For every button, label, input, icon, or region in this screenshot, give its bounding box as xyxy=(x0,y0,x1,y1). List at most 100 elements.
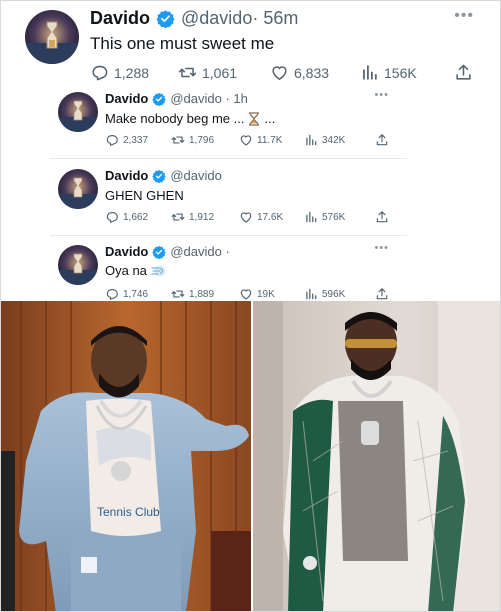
tweet-actions: 1,662 1,912 17.6K 576K xyxy=(105,210,395,226)
handle[interactable]: @davido xyxy=(170,168,222,183)
view-count: 596K xyxy=(322,288,346,300)
retweet-button[interactable]: 1,889 xyxy=(171,287,214,301)
share-button[interactable] xyxy=(454,63,478,82)
reply-button[interactable]: 2,337 xyxy=(105,133,148,147)
views-button[interactable]: 156K xyxy=(360,63,417,82)
share-icon xyxy=(376,288,388,300)
tweet-actions: 2,337 1,796 11.7K 342K xyxy=(105,133,395,149)
hourglass-icon xyxy=(249,111,260,126)
reply-icon xyxy=(106,289,118,300)
verified-badge-icon xyxy=(152,169,167,183)
display-name[interactable]: Davido xyxy=(105,244,148,259)
retweet-icon xyxy=(171,213,185,221)
like-button[interactable]: 17.6K xyxy=(239,210,283,224)
handle[interactable]: @davido · 1h xyxy=(170,91,248,106)
tweet-text-main: GHEN GHEN xyxy=(105,188,184,203)
verified-badge-icon xyxy=(152,245,167,259)
views-button[interactable]: 596K xyxy=(304,287,345,301)
reply-count: 1,662 xyxy=(123,211,149,223)
like-button[interactable]: 11.7K xyxy=(239,133,282,147)
avatar[interactable] xyxy=(58,92,98,132)
view-count: 576K xyxy=(322,211,346,223)
like-count: 6,833 xyxy=(294,64,330,81)
handle[interactable]: @davido · xyxy=(170,244,229,259)
retweet-count: 1,912 xyxy=(189,211,215,223)
dash-icon xyxy=(151,265,166,276)
reply-count: 1,746 xyxy=(123,288,149,300)
like-count: 11.7K xyxy=(257,134,283,146)
tweet-text: Make nobody beg me ... ... xyxy=(105,111,275,126)
heart-icon xyxy=(240,212,252,223)
views-icon xyxy=(306,211,317,223)
retweet-icon xyxy=(171,290,185,298)
reply-icon xyxy=(106,212,118,223)
avatar[interactable] xyxy=(58,169,98,209)
display-name[interactable]: Davido xyxy=(105,168,148,183)
reply-icon xyxy=(92,65,108,81)
share-button[interactable] xyxy=(375,133,393,147)
share-icon xyxy=(376,211,388,223)
quoted-tweet[interactable]: Davido @davido · 1h ••• Make nobody beg … xyxy=(50,89,407,159)
main-tweet[interactable]: Davido @davido · 56m ••• This one must s… xyxy=(1,1,500,89)
like-button[interactable]: 6,833 xyxy=(270,63,329,82)
media-grid[interactable]: Tennis Club xyxy=(1,301,500,611)
views-icon xyxy=(363,65,377,80)
reply-button[interactable]: 1,288 xyxy=(90,63,149,82)
like-button[interactable]: 19K xyxy=(239,287,275,301)
avatar[interactable] xyxy=(25,10,79,64)
avatar[interactable] xyxy=(58,245,98,285)
retweet-button[interactable]: 1,796 xyxy=(171,133,214,147)
quoted-tweet[interactable]: Davido @davido GHEN GHEN 1,662 1,912 17.… xyxy=(50,165,407,235)
retweet-button[interactable]: 1,912 xyxy=(171,210,214,224)
photo-left[interactable]: Tennis Club xyxy=(1,301,251,611)
retweet-count: 1,796 xyxy=(189,134,215,146)
verified-badge-icon xyxy=(156,10,175,28)
reply-button[interactable]: 1,746 xyxy=(105,287,148,301)
more-options-icon[interactable]: ••• xyxy=(374,89,389,101)
reply-count: 2,337 xyxy=(123,134,149,146)
like-count: 17.6K xyxy=(257,211,284,223)
tweet-actions: 1,288 1,061 6,833 156K xyxy=(90,63,480,85)
retweet-count: 1,889 xyxy=(189,288,215,300)
tweet-header: Davido @davido xyxy=(105,168,222,183)
timestamp[interactable]: · 56m xyxy=(252,8,298,29)
tweet-header: Davido @davido · xyxy=(105,244,230,259)
heart-icon xyxy=(272,66,287,80)
share-button[interactable] xyxy=(375,210,393,224)
tweet-text-main: Oya na xyxy=(105,263,147,278)
tweet-text: Oya na xyxy=(105,263,166,278)
more-options-icon[interactable]: ••• xyxy=(454,7,474,25)
views-icon xyxy=(306,288,317,300)
retweet-icon xyxy=(171,136,185,144)
share-button[interactable] xyxy=(375,287,393,301)
more-options-icon[interactable]: ••• xyxy=(374,242,389,254)
handle[interactable]: @davido xyxy=(181,8,252,29)
reply-button[interactable]: 1,662 xyxy=(105,210,148,224)
retweet-icon xyxy=(178,67,197,78)
tweet-text-suffix: ... xyxy=(264,111,276,126)
quoted-tweet[interactable]: Davido @davido · ••• Oya na 1,746 1,889 … xyxy=(50,241,407,303)
heart-icon xyxy=(240,289,252,300)
display-name[interactable]: Davido xyxy=(105,91,148,106)
views-icon xyxy=(306,134,317,146)
tweet-text: This one must sweet me xyxy=(90,34,275,53)
views-button[interactable]: 342K xyxy=(304,133,345,147)
verified-badge-icon xyxy=(152,92,167,106)
views-button[interactable]: 576K xyxy=(304,210,345,224)
shirt-text: Tennis Club xyxy=(97,505,160,519)
photo-right[interactable] xyxy=(253,301,500,611)
view-count: 342K xyxy=(322,134,346,146)
reply-count: 1,288 xyxy=(114,64,150,81)
heart-icon xyxy=(240,135,252,146)
share-icon xyxy=(456,64,471,80)
reply-icon xyxy=(106,135,118,146)
tweet-header: Davido @davido · 1h xyxy=(105,91,248,106)
retweet-count: 1,061 xyxy=(202,64,238,81)
retweet-button[interactable]: 1,061 xyxy=(178,63,237,82)
divider xyxy=(50,158,407,159)
screenshot-frame: Davido @davido · 56m ••• This one must s… xyxy=(0,0,501,612)
view-count: 156K xyxy=(384,64,417,81)
share-icon xyxy=(376,134,388,146)
display-name[interactable]: Davido xyxy=(90,8,150,29)
tweet-header: Davido @davido · 56m xyxy=(90,8,298,29)
